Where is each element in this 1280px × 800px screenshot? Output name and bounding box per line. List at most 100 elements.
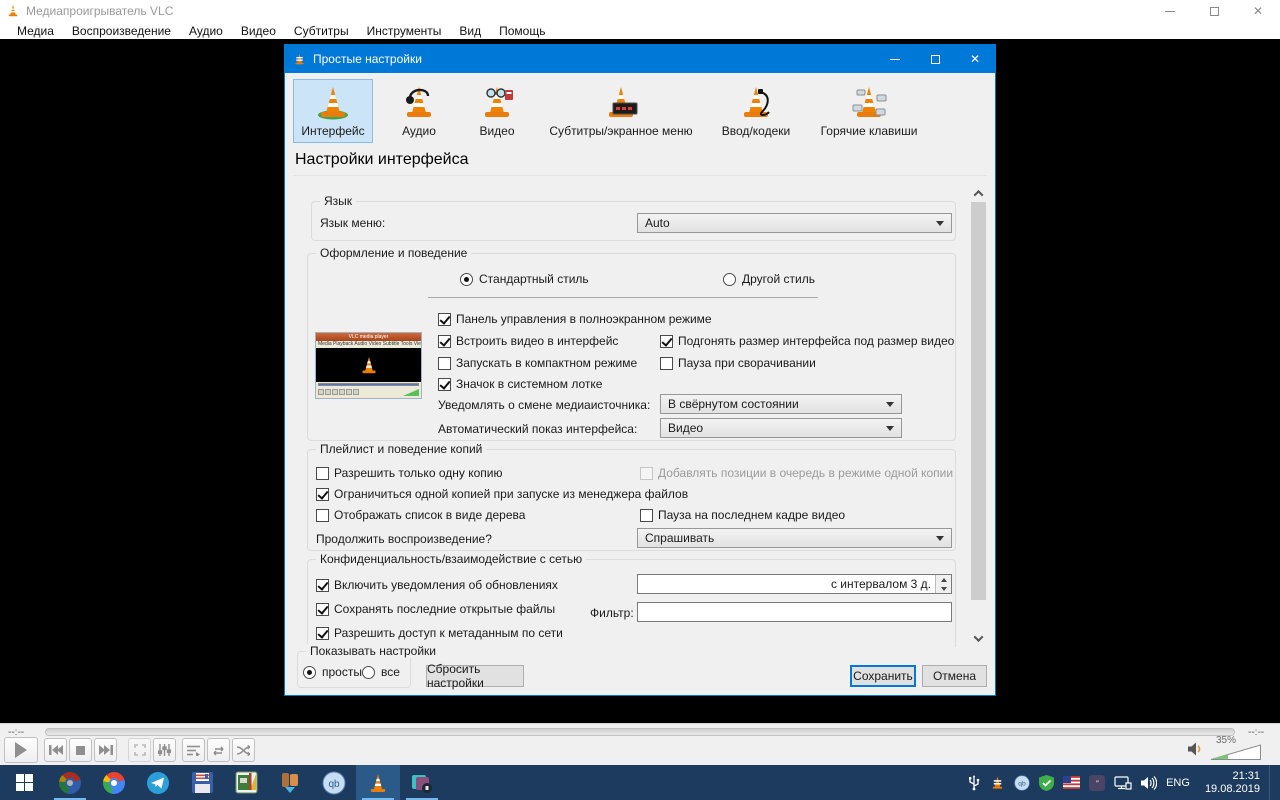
- reset-settings-button[interactable]: Сбросить настройки: [426, 665, 524, 687]
- loop-button[interactable]: [207, 738, 230, 762]
- page-title: Настройки интерфейса: [295, 151, 469, 169]
- menu-language-dropdown[interactable]: Auto: [637, 213, 952, 233]
- tab-input-codecs[interactable]: Ввод/кодеки: [713, 79, 799, 143]
- tab-audio[interactable]: Аудио: [387, 79, 451, 143]
- checkbox-update-notifications[interactable]: Включить уведомления об обновлениях: [316, 578, 558, 592]
- cancel-button[interactable]: Отмена: [922, 665, 987, 687]
- menu-playback[interactable]: Воспроизведение: [63, 24, 180, 38]
- antivirus-shield-icon[interactable]: [1039, 775, 1054, 791]
- notify-media-change-dropdown[interactable]: В свёрнутом состоянии: [660, 394, 902, 414]
- radio-standard-style[interactable]: Стандартный стиль: [460, 272, 589, 286]
- tab-hotkeys[interactable]: Горячие клавиши: [813, 79, 925, 143]
- main-window-titlebar: Медиапроигрыватель VLC ✕: [0, 0, 1280, 22]
- next-button[interactable]: [94, 738, 117, 762]
- windows-logo-icon: [16, 774, 33, 791]
- menu-view[interactable]: Вид: [450, 24, 490, 38]
- scrollbar-thumb[interactable]: [971, 202, 986, 600]
- scroll-up-icon[interactable]: [970, 185, 987, 202]
- menu-subtitles[interactable]: Субтитры: [285, 24, 358, 38]
- heading-divider: [293, 175, 987, 176]
- save-button[interactable]: Сохранить: [850, 665, 916, 687]
- checkbox-fullscreen-controller[interactable]: Панель управления в полноэкранном режиме: [438, 312, 712, 326]
- speaker-icon[interactable]: [1188, 742, 1202, 756]
- dialog-close-button[interactable]: ✕: [955, 45, 995, 73]
- dialog-minimize-button[interactable]: [875, 45, 915, 73]
- vlc-tray-icon[interactable]: [990, 775, 1005, 791]
- checkbox-one-instance-filemanager[interactable]: Ограничиться одной копией при запуске из…: [316, 487, 688, 501]
- fullscreen-button[interactable]: [128, 738, 151, 762]
- taskbar-irfanview[interactable]: [224, 765, 268, 800]
- main-minimize-button[interactable]: [1148, 0, 1192, 22]
- seek-slider[interactable]: [45, 728, 1235, 736]
- spinner-buttons[interactable]: [935, 575, 951, 593]
- taskbar-qbittorrent[interactable]: qb: [312, 765, 356, 800]
- dialog-scrollbar[interactable]: [970, 185, 987, 647]
- update-interval-spinner[interactable]: с интервалом 3 д.: [637, 574, 952, 594]
- menu-help[interactable]: Помощь: [490, 24, 554, 38]
- checkbox-network-metadata[interactable]: Разрешить доступ к метаданным по сети: [316, 626, 563, 640]
- interface-cone-icon: [313, 82, 353, 122]
- radio-simple-settings[interactable]: простые: [303, 665, 369, 679]
- start-button[interactable]: [0, 765, 48, 800]
- image-viewer-icon: [235, 771, 258, 794]
- spinner-up-icon[interactable]: [936, 575, 951, 584]
- volume-slider[interactable]: [1210, 744, 1262, 761]
- us-flag-icon[interactable]: [1063, 776, 1080, 789]
- taskbar-downloader-app[interactable]: [268, 765, 312, 800]
- tab-video[interactable]: Видео: [465, 79, 529, 143]
- taskbar-chrome-profile2[interactable]: [92, 765, 136, 800]
- checkbox-embed-video[interactable]: Встроить видео в интерфейс: [438, 334, 618, 348]
- menu-media[interactable]: Медиа: [8, 24, 63, 38]
- radio-icon: [362, 666, 375, 679]
- auto-raise-dropdown[interactable]: Видео: [660, 418, 902, 438]
- tray-date: 19.08.2019: [1205, 783, 1260, 796]
- playlist-button[interactable]: [182, 738, 205, 762]
- purple-app-tray-icon[interactable]: ”: [1089, 775, 1105, 791]
- checkbox-playlist-tree[interactable]: Отображать список в виде дерева: [316, 508, 525, 522]
- checkbox-icon: [316, 509, 329, 522]
- dialog-titlebar[interactable]: Простые настройки ✕: [285, 45, 995, 73]
- checkbox-pause-last-frame[interactable]: Пауза на последнем кадре видео: [640, 508, 845, 522]
- checkbox-pause-on-minimize[interactable]: Пауза при сворачивании: [660, 356, 816, 370]
- checkbox-one-instance[interactable]: Разрешить только одну копию: [316, 466, 502, 480]
- usb-icon[interactable]: [967, 775, 981, 791]
- stop-button[interactable]: [69, 738, 92, 762]
- tab-interface[interactable]: Интерфейс: [293, 79, 373, 143]
- menu-video[interactable]: Видео: [232, 24, 285, 38]
- radio-custom-style[interactable]: Другой стиль: [723, 272, 815, 286]
- main-close-button[interactable]: ✕: [1236, 0, 1280, 22]
- qbittorrent-icon: qb: [322, 771, 346, 795]
- dialog-maximize-button[interactable]: [915, 45, 955, 73]
- radio-all-settings[interactable]: все: [362, 665, 400, 679]
- taskbar-floppy-app[interactable]: [180, 765, 224, 800]
- checkbox-systray-icon[interactable]: Значок в системном лотке: [438, 377, 602, 391]
- svg-text:qb: qb: [1018, 780, 1026, 787]
- checkbox-save-recent[interactable]: Сохранять последние открытые файлы: [316, 602, 555, 616]
- play-button[interactable]: [4, 737, 38, 763]
- taskbar-clock[interactable]: 21:31 19.08.2019: [1199, 770, 1260, 796]
- main-maximize-button[interactable]: [1192, 0, 1236, 22]
- qbittorrent-tray-icon[interactable]: qb: [1014, 775, 1030, 791]
- checkbox-icon: [438, 378, 451, 391]
- adjustments-button[interactable]: [153, 738, 176, 762]
- taskbar-telegram[interactable]: [136, 765, 180, 800]
- filter-input[interactable]: [637, 602, 952, 622]
- menu-audio[interactable]: Аудио: [180, 24, 232, 38]
- network-icon[interactable]: [1114, 776, 1132, 790]
- checkbox-compact-mode[interactable]: Запускать в компактном режиме: [438, 356, 637, 370]
- tab-subtitles-osd[interactable]: Субтитры/экранное меню: [543, 79, 699, 143]
- taskbar-notes-app[interactable]: [400, 765, 444, 800]
- show-desktop-button[interactable]: [1269, 765, 1274, 800]
- continue-playback-dropdown[interactable]: Спрашивать: [637, 528, 952, 548]
- random-button[interactable]: [232, 738, 255, 762]
- taskbar-chrome-profile1[interactable]: [48, 765, 92, 800]
- scroll-down-icon[interactable]: [970, 630, 987, 647]
- taskbar-vlc[interactable]: [356, 765, 400, 800]
- menu-tools[interactable]: Инструменты: [358, 24, 451, 38]
- spinner-down-icon[interactable]: [936, 584, 951, 593]
- group-language-title: Язык: [320, 194, 356, 208]
- checkbox-resize-interface[interactable]: Подгонять размер интерфейса под размер в…: [660, 334, 954, 348]
- volume-tray-icon[interactable]: [1141, 776, 1157, 790]
- previous-button[interactable]: [44, 738, 67, 762]
- language-indicator[interactable]: ENG: [1166, 777, 1190, 789]
